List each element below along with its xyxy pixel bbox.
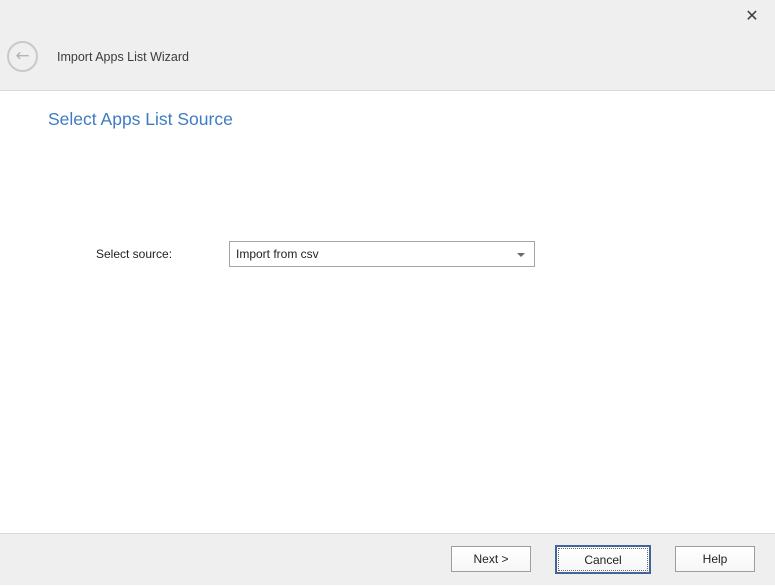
source-select[interactable]: Import from csv: [229, 241, 535, 267]
next-button[interactable]: Next >: [451, 546, 531, 572]
help-button[interactable]: Help: [675, 546, 755, 572]
cancel-button[interactable]: Cancel: [555, 545, 651, 574]
wizard-window: ✕ ← Import Apps List Wizard Select Apps …: [0, 0, 775, 587]
chevron-down-icon: [517, 253, 525, 257]
back-button[interactable]: ←: [7, 41, 38, 72]
wizard-footer: Next > Cancel Help: [0, 533, 775, 585]
back-arrow-icon: ←: [15, 48, 29, 65]
close-icon: ✕: [745, 6, 758, 25]
source-label: Select source:: [96, 246, 172, 262]
source-select-value: Import from csv: [236, 242, 510, 266]
wizard-header: ✕ ← Import Apps List Wizard: [0, 0, 775, 91]
page-title: Select Apps List Source: [48, 109, 233, 130]
wizard-title: Import Apps List Wizard: [57, 50, 189, 65]
close-button[interactable]: ✕: [739, 3, 765, 29]
